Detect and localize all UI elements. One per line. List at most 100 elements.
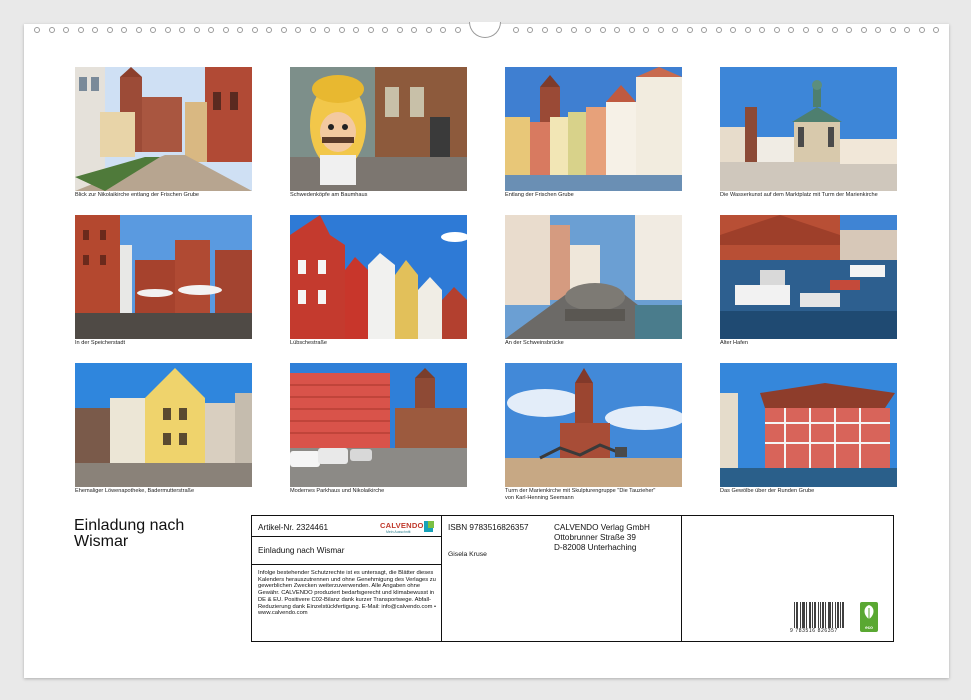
binding-ring [744, 27, 751, 33]
photo-4-caption: Die Wasserkunst auf dem Marktplatz mit T… [720, 192, 878, 198]
binding-ring [889, 27, 896, 33]
barcode-bar [830, 602, 831, 628]
barcode-bar [800, 602, 801, 628]
photo-6-image [290, 215, 467, 339]
binding-ring [657, 27, 664, 33]
binding-ring [251, 27, 258, 33]
photo-4-image [720, 67, 897, 191]
photo-8 [720, 215, 897, 339]
photo-3-caption: Entlang der Frischen Grube [505, 192, 574, 198]
barcode-bar [803, 602, 804, 628]
calvendo-logo-icon-accent [428, 521, 434, 528]
binding-ring [338, 27, 345, 33]
binding-ring [150, 27, 156, 33]
isbn: ISBN 9783516826357 [448, 523, 529, 532]
photo-6-caption: Lübschestraße [290, 340, 328, 346]
binding-ring [48, 27, 55, 33]
binding-ring [193, 27, 200, 33]
barcode-bar [815, 602, 816, 628]
barcode-bar [810, 602, 811, 628]
binding-ring [396, 27, 403, 33]
barcode [794, 602, 844, 628]
barcode-bar [837, 602, 838, 628]
photo-4 [720, 67, 897, 191]
binding-ring [353, 27, 359, 33]
calendar-title-line-2: Wismar [74, 533, 129, 550]
calvendo-logo-subtitle: Mein Ausschnitt [386, 530, 411, 534]
author: Gisela Kruse [448, 551, 487, 558]
publisher-address: CALVENDO Verlag GmbH Ottobrunner Straße … [554, 523, 650, 553]
barcode-bar [825, 602, 826, 628]
barcode-bar [814, 602, 815, 628]
binding-ring [454, 27, 461, 33]
binding-ring [208, 27, 214, 33]
eco-label: eco [865, 625, 873, 630]
barcode-bar [806, 602, 807, 628]
photo-12 [720, 363, 897, 487]
divider [252, 564, 441, 565]
publisher-city: D-82008 Unterhaching [554, 543, 637, 552]
photo-7-caption: An der Schweinsbrücke [505, 340, 564, 346]
photo-11-image [505, 363, 682, 487]
divider [441, 516, 442, 641]
binding-ring [280, 27, 287, 33]
binding-ring [425, 27, 432, 33]
photo-10-caption: Modernes Parkhaus und Nikolaikirche [290, 488, 385, 494]
imprint-box: Artikel-Nr. 2324461 CALVENDO Mein Aussch… [251, 515, 894, 642]
barcode-bar [812, 602, 813, 628]
binding-ring [585, 27, 591, 33]
binding-ring [846, 27, 852, 33]
photo-9 [75, 363, 252, 487]
barcode-bar [835, 602, 836, 628]
barcode-bar [818, 602, 819, 628]
barcode-bar [829, 602, 830, 628]
barcode-bar [823, 602, 824, 628]
photo-12-caption: Das Gewölbe über der Runden Grube [720, 488, 815, 494]
barcode-bar [804, 602, 805, 628]
binding-ring [324, 27, 330, 33]
photo-9-caption: Ehemaliger Löwenapotheke, Badermutterstr… [75, 488, 195, 494]
article-number: Artikel-Nr. 2324461 [258, 523, 329, 532]
publisher-street: Ottobrunner Straße 39 [554, 533, 636, 542]
binding-ring [701, 27, 707, 33]
photo-1-image [75, 67, 252, 191]
binding-ring [34, 27, 40, 33]
binding-ring [92, 27, 98, 33]
photo-11-caption: Turm der Marienkirche mit Skulpturengrup… [505, 488, 656, 501]
binding-ring [411, 27, 417, 33]
divider [681, 516, 682, 641]
binding-ring [527, 27, 533, 33]
barcode-bar [822, 602, 823, 628]
binding-ring [686, 27, 693, 33]
photo-6 [290, 215, 467, 339]
binding-ring [715, 27, 722, 33]
binding-ring [802, 27, 809, 33]
binding-ring [759, 27, 765, 33]
photo-8-image [720, 215, 897, 339]
binding-ring [570, 27, 577, 33]
photo-1 [75, 67, 252, 191]
legal-notice: Infolge bestehender Schutzrechte ist es … [258, 570, 437, 617]
eco-badge: eco [860, 602, 878, 632]
photo-7 [505, 215, 682, 339]
publisher-name: CALVENDO Verlag GmbH [554, 523, 650, 532]
barcode-bar [840, 602, 841, 628]
binding-ring [135, 27, 142, 33]
photo-3-image [505, 67, 682, 191]
calvendo-logo: CALVENDO [380, 521, 424, 530]
binding-ring [179, 27, 185, 33]
binding-ring [367, 27, 374, 33]
calendar-title: Einladung nach Wismar [74, 518, 244, 550]
barcode-bar [796, 602, 797, 628]
binding-ring [614, 27, 620, 33]
binding-ring [77, 27, 84, 33]
binding-ring [672, 27, 678, 33]
photo-1-caption: Blick zur Nikolaikirche entlang der Fris… [75, 192, 200, 198]
binding-ring [63, 27, 69, 33]
barcode-bar [820, 602, 821, 628]
binding-ring [295, 27, 301, 33]
binding-ring [875, 27, 881, 33]
binding-ring [817, 27, 823, 33]
barcode-bar [838, 602, 839, 628]
binding-ring [382, 27, 388, 33]
